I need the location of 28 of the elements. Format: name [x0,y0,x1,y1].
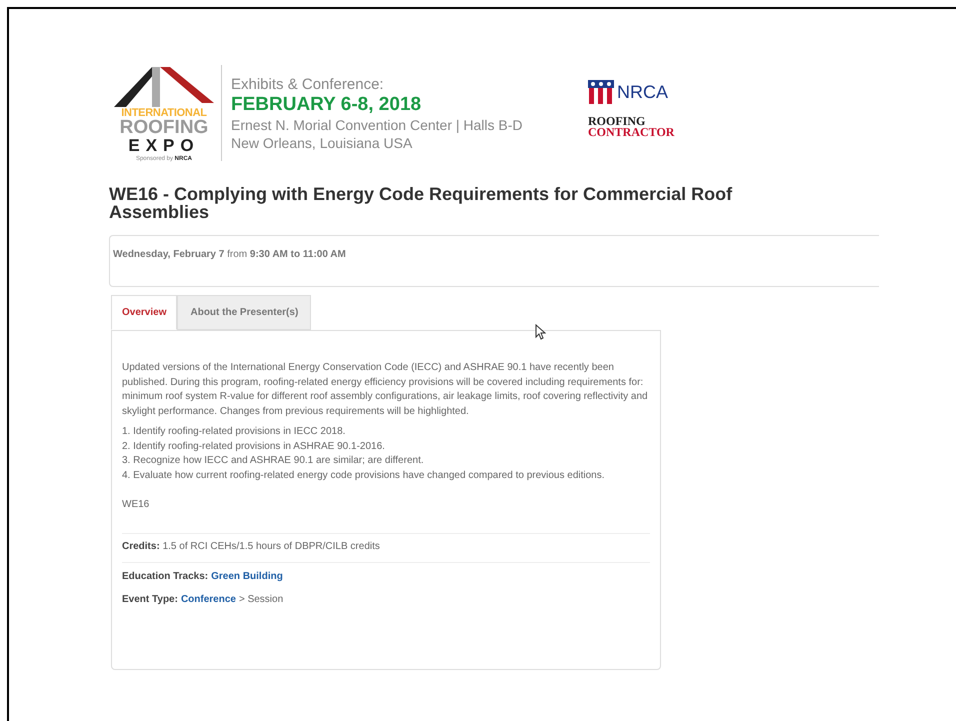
description-text: Updated versions of the International Energy Conservation Code (IECC) and ASHRAE 90.1 have recently been published. During this program, roofing-related energy efficiency provisions will be covered including requirements for: minimum roof system R-value for different roof assembly configurations, air leakage limits, roof covering reflectivity and skylight performance. Changes from previous requirements will be highlighted. [122,361,649,418]
objective-text: 3. Recognize how IECC and ASHRAE 90.1 are similar; are different. [122,454,425,468]
partner-name: NRCA [617,82,668,102]
logo-text: ROOFING [120,119,208,137]
objective-text: 1. Identify roofing-related provisions in IECC 2018. [122,425,346,439]
tab[interactable]: Overview [111,295,178,330]
schedule-text: Wednesday, February 7 from 9:30 AM to 11:00 AM [113,248,347,262]
event-venue: Ernest N. Morial Convention Center | Halls B-D [231,116,524,134]
event-city: New Orleans, Louisiana USA [231,134,414,152]
field-label: Event Type: [122,592,178,606]
objective-text: 2. Identify roofing-related provisions in ASHRAE 90.1-2016. [122,440,386,454]
objective-text: 4. Evaluate how current roofing-related energy code provisions have changed compared to previous editions. [122,468,606,482]
tab[interactable]: About the Presenter(s) [177,295,312,330]
event-dates: FEBRUARY 6-8, 2018 [231,94,422,116]
cursor-icon [535,324,546,340]
credits-text: Credits: 1.5 of RCI CEHs/1.5 hours of DBPR/CILB credits [122,540,381,554]
magazine-name: ROOFING [588,116,646,127]
event-heading: Exhibits & Conference: [231,74,385,94]
logo-text: INTERNATIONAL [121,107,207,119]
session-code: WE16 [122,498,150,512]
logo-text: EXPO [128,137,200,155]
page-title: WE16 - Complying with Energy Code Requirements for Commercial Roof Assemblies [109,185,734,221]
event-type-link[interactable]: Conference [180,592,236,607]
magazine-name: CONTRACTOR [588,127,674,138]
track-link[interactable]: Green Building [211,570,283,584]
breadcrumb-text: > Session [238,592,284,606]
flag-icon [588,80,614,104]
field-label: Education Tracks: [122,570,208,584]
